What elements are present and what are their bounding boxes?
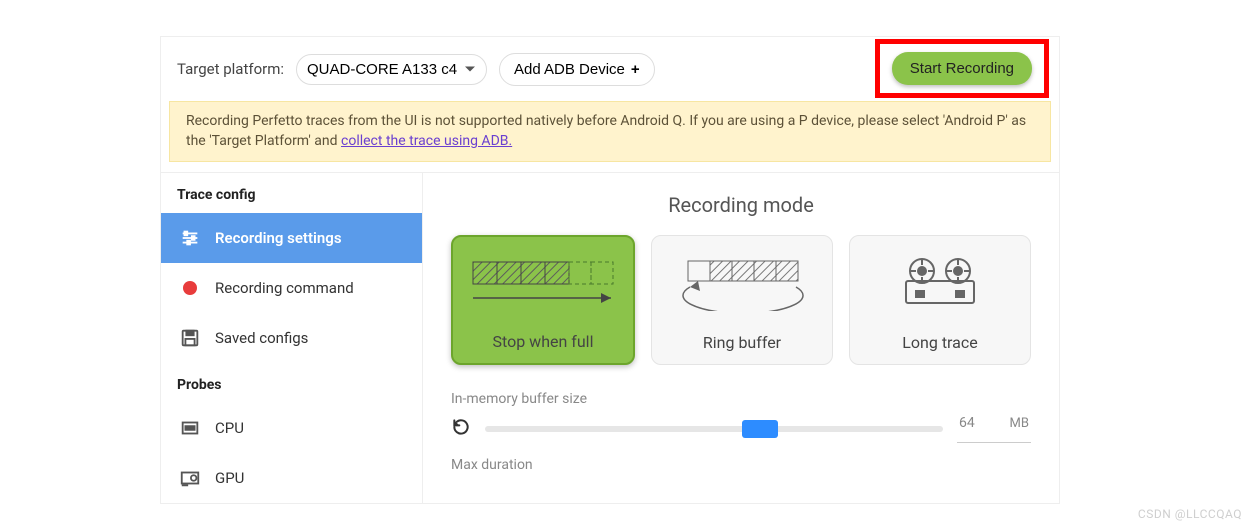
- android-q-warning: Recording Perfetto traces from the UI is…: [169, 101, 1051, 162]
- buffer-size-thumb[interactable]: [742, 420, 778, 438]
- sidebar-item-label: GPU: [215, 469, 244, 487]
- reset-icon[interactable]: [451, 417, 471, 441]
- sidebar-item-saved-configs[interactable]: Saved configs: [161, 313, 422, 363]
- record-page: Target platform: QUAD-CORE A133 c4 Add A…: [160, 36, 1060, 504]
- sidebar-item-recording-command[interactable]: Recording command: [161, 263, 422, 313]
- sidebar-item-label: Recording command: [215, 279, 354, 297]
- add-adb-label: Add ADB Device: [514, 61, 625, 78]
- buffer-size-value: 64: [959, 415, 975, 431]
- card-stop-when-full[interactable]: Stop when full: [451, 235, 635, 365]
- sidebar-item-gpu[interactable]: GPU: [161, 453, 422, 503]
- sliders-icon: [179, 227, 201, 249]
- gpu-icon: [179, 467, 201, 489]
- card-long-trace[interactable]: Long trace: [849, 235, 1031, 365]
- card-label: Stop when full: [493, 332, 594, 351]
- sidebar-item-label: Saved configs: [215, 329, 308, 347]
- max-duration-label: Max duration: [451, 457, 1031, 473]
- save-icon: [179, 327, 201, 349]
- sidebar-item-cpu[interactable]: CPU: [161, 403, 422, 453]
- body: Trace config Recording settings: [161, 172, 1059, 503]
- cpu-icon: [179, 417, 201, 439]
- section-trace-config: Trace config: [161, 173, 422, 213]
- section-probes: Probes: [161, 363, 422, 403]
- adb-link[interactable]: collect the trace using ADB.: [341, 133, 512, 149]
- platform-select[interactable]: QUAD-CORE A133 c4: [296, 54, 487, 85]
- buffer-size-group: In-memory buffer size 64 MB: [451, 391, 1031, 443]
- add-adb-button[interactable]: Add ADB Device +: [499, 53, 655, 86]
- sidebar-item-label: CPU: [215, 419, 244, 437]
- card-label: Long trace: [902, 333, 977, 352]
- sidebar: Trace config Recording settings: [161, 173, 423, 503]
- topbar: Target platform: QUAD-CORE A133 c4 Add A…: [161, 37, 1059, 101]
- recording-mode-heading: Recording mode: [451, 193, 1031, 217]
- buffer-size-unit: MB: [1010, 416, 1029, 431]
- sidebar-item-label: Recording settings: [215, 229, 342, 247]
- buffer-size-value-box[interactable]: 64 MB: [957, 415, 1031, 443]
- record-dot-icon: [179, 277, 201, 299]
- card-ring-buffer[interactable]: Ring buffer: [651, 235, 833, 365]
- buffer-size-row: 64 MB: [451, 415, 1031, 443]
- target-platform-label: Target platform:: [177, 60, 284, 78]
- sidebar-item-recording-settings[interactable]: Recording settings: [161, 213, 422, 263]
- highlight-box: Start Recording: [875, 39, 1049, 98]
- plus-icon: +: [631, 61, 640, 78]
- buffer-size-slider[interactable]: [485, 426, 943, 432]
- warning-text: Recording Perfetto traces from the UI is…: [186, 113, 1026, 149]
- platform-select-wrap[interactable]: QUAD-CORE A133 c4: [296, 54, 487, 85]
- mode-cards: Stop when full: [451, 235, 1031, 365]
- ring-buffer-illustration: [662, 252, 822, 314]
- card-label: Ring buffer: [703, 333, 781, 352]
- stop-when-full-illustration: [463, 253, 623, 315]
- watermark: CSDN @LLCCQAQ: [1138, 507, 1242, 521]
- buffer-size-label: In-memory buffer size: [451, 391, 1031, 407]
- start-recording-button[interactable]: Start Recording: [892, 52, 1032, 85]
- long-trace-illustration: [860, 252, 1020, 314]
- main-panel: Recording mode: [423, 173, 1059, 503]
- max-duration-group: Max duration: [451, 457, 1031, 473]
